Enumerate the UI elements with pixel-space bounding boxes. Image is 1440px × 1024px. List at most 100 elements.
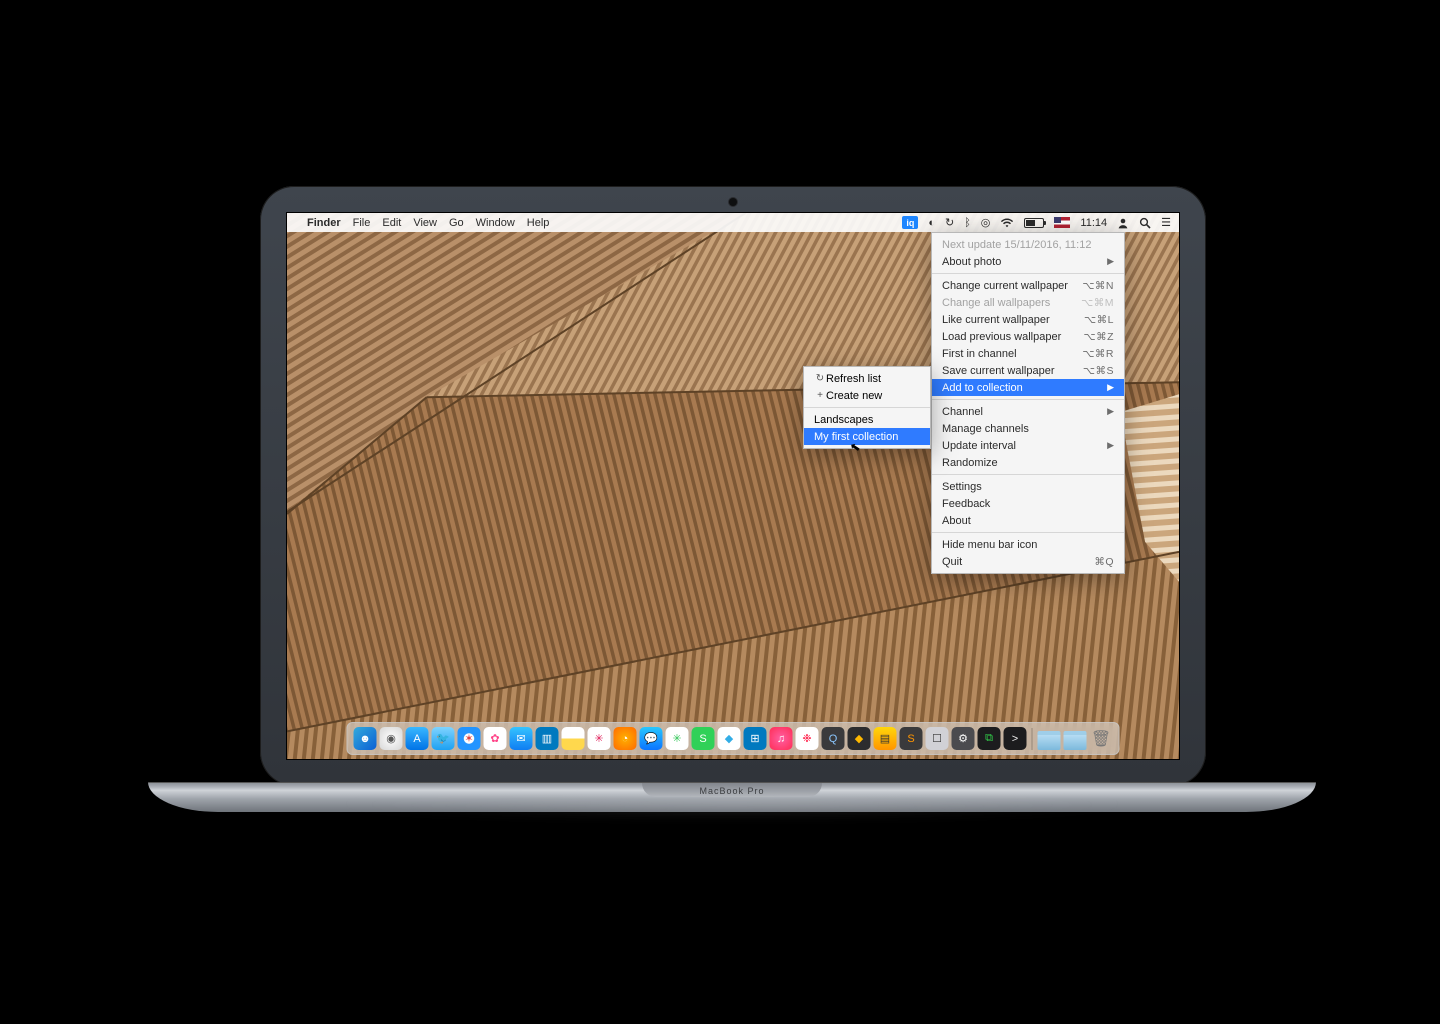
dock-app-quicktime[interactable]: Q (822, 727, 845, 750)
menu-item[interactable]: Manage channels (932, 420, 1124, 437)
menu-item[interactable]: Update interval▶ (932, 437, 1124, 454)
menu-go[interactable]: Go (449, 217, 464, 229)
menu-file[interactable]: File (353, 217, 371, 229)
bluetooth-icon[interactable]: ᛒ (964, 217, 971, 229)
menu-view[interactable]: View (413, 217, 437, 229)
menu-item-label: About (942, 515, 1114, 527)
dock-separator (1032, 728, 1033, 750)
dock-app-app-store[interactable]: A (406, 727, 429, 750)
do-not-disturb-icon[interactable]: ◐ (928, 217, 935, 229)
menu-item-label: Save current wallpaper (942, 365, 1083, 377)
menu-item-label: Channel (942, 406, 1107, 418)
menu-item[interactable]: Quit⌘Q (932, 553, 1124, 570)
dock-app-sys-prefs[interactable]: ⚙ (952, 727, 975, 750)
dock-app-itunes[interactable]: ♫ (770, 727, 793, 750)
menu-item-label: First in channel (942, 348, 1082, 360)
menu-app-name[interactable]: Finder (307, 217, 341, 229)
dock-app-sketch-cloud[interactable]: S (692, 727, 715, 750)
dock-app-trello[interactable]: ▥ (536, 727, 559, 750)
user-icon[interactable] (1117, 217, 1129, 229)
submenu-item[interactable]: My first collection⬉ (804, 428, 930, 445)
menu-item-label: Settings (942, 481, 1114, 493)
dock-app-notes[interactable] (562, 727, 585, 750)
menu-item[interactable]: First in channel⌥⌘R (932, 345, 1124, 362)
add-to-collection-submenu: ↻Refresh list+Create new LandscapesMy fir… (803, 366, 931, 449)
clock[interactable]: 11:14 (1080, 217, 1107, 229)
menu-item: Next update 15/11/2016, 11:12 (932, 236, 1124, 253)
menu-item-label: Manage channels (942, 423, 1114, 435)
menu-separator (932, 399, 1124, 400)
dock-app-sublime[interactable]: S (900, 727, 923, 750)
dock-app-finder[interactable]: ☻ (354, 727, 377, 750)
dock-app-terminal[interactable]: > (1004, 727, 1027, 750)
dock-app-app1[interactable]: ✳ (666, 727, 689, 750)
menu-item-label: Change all wallpapers (942, 297, 1081, 309)
menu-bar-right: iq ◐ ↻ ᛒ ◎ 11:14 ☰ (902, 216, 1171, 229)
dock-app-photos[interactable]: ✿ (484, 727, 507, 750)
menu-item-shortcut: ⌥⌘L (1084, 314, 1114, 326)
submenu-item[interactable]: ↻Refresh list (804, 370, 930, 387)
menu-window[interactable]: Window (476, 217, 515, 229)
input-source-icon[interactable] (1054, 217, 1070, 228)
dock-trash[interactable]: 🗑 (1090, 727, 1113, 750)
dock-app-mail[interactable]: ✉ (510, 727, 533, 750)
menu-item-label: Quit (942, 556, 1094, 568)
submenu-item[interactable]: +Create new (804, 387, 930, 404)
dock-app-app3[interactable]: ❉ (796, 727, 819, 750)
spotlight-icon[interactable] (1139, 217, 1151, 229)
menu-bar-left: Finder File Edit View Go Window Help (295, 217, 549, 229)
menu-item[interactable]: Load previous wallpaper⌥⌘Z (932, 328, 1124, 345)
dock-documents[interactable] (1064, 731, 1087, 750)
dock-app-app4[interactable]: ▤ (874, 727, 897, 750)
menu-item-label: Like current wallpaper (942, 314, 1084, 326)
battery-icon[interactable] (1024, 218, 1044, 228)
dock-app-launchpad[interactable]: ◉ (380, 727, 403, 750)
dock-app-firefox[interactable]: ◔ (614, 727, 637, 750)
refresh-icon: ↻ (814, 373, 826, 384)
submenu-item[interactable]: Landscapes (804, 411, 930, 428)
menu-item[interactable]: Save current wallpaper⌥⌘S (932, 362, 1124, 379)
menu-item-label: Feedback (942, 498, 1114, 510)
menu-item[interactable]: About (932, 512, 1124, 529)
dock-app-app5[interactable]: ☐ (926, 727, 949, 750)
menu-item[interactable]: About photo▶ (932, 253, 1124, 270)
menu-separator (932, 273, 1124, 274)
desktop-screen: Finder File Edit View Go Window Help iq … (286, 212, 1180, 760)
menu-item-label: Next update 15/11/2016, 11:12 (942, 239, 1114, 251)
dock-app-sketch[interactable]: ◆ (848, 727, 871, 750)
menu-item[interactable]: Channel▶ (932, 403, 1124, 420)
menu-separator (932, 474, 1124, 475)
menu-item-label: Hide menu bar icon (942, 539, 1114, 551)
display-icon[interactable]: ◎ (981, 216, 991, 229)
menu-item[interactable]: Randomize (932, 454, 1124, 471)
wifi-icon[interactable] (1000, 218, 1014, 228)
submenu-chevron-icon: ▶ (1107, 256, 1114, 267)
menu-item-shortcut: ⌥⌘R (1082, 348, 1114, 360)
menubar-app-icon[interactable]: iq (902, 216, 918, 229)
dock-downloads[interactable] (1038, 731, 1061, 750)
dock-app-trello2[interactable]: ⊞ (744, 727, 767, 750)
menu-item-shortcut: ⌥⌘M (1081, 297, 1114, 309)
menu-help[interactable]: Help (527, 217, 550, 229)
menu-item[interactable]: Add to collection▶ (932, 379, 1124, 396)
dock-app-messages[interactable]: 💬 (640, 727, 663, 750)
dock-app-twitter[interactable]: 🐦 (432, 727, 455, 750)
dock-app-slack[interactable]: ✳ (588, 727, 611, 750)
sync-icon[interactable]: ↻ (945, 216, 954, 229)
menu-item-shortcut: ⌥⌘S (1083, 365, 1114, 377)
menu-item[interactable]: Like current wallpaper⌥⌘L (932, 311, 1124, 328)
submenu-chevron-icon: ▶ (1107, 382, 1114, 393)
menu-item[interactable]: Feedback (932, 495, 1124, 512)
menu-edit[interactable]: Edit (382, 217, 401, 229)
menu-bar: Finder File Edit View Go Window Help iq … (287, 213, 1179, 232)
menu-item[interactable]: Change current wallpaper⌥⌘N (932, 277, 1124, 294)
menu-item[interactable]: Settings (932, 478, 1124, 495)
notification-center-icon[interactable]: ☰ (1161, 216, 1171, 229)
menu-item[interactable]: Hide menu bar icon (932, 536, 1124, 553)
dock-app-safari[interactable]: ✶ (458, 727, 481, 750)
submenu-chevron-icon: ▶ (1107, 440, 1114, 451)
dock-container: ☻◉A🐦✶✿✉▥✳◔💬✳S◆⊞♫❉Q◆▤S☐⚙⧉>🗑 (347, 722, 1120, 755)
menu-item-label: Add to collection (942, 382, 1107, 394)
dock-app-app2[interactable]: ◆ (718, 727, 741, 750)
dock-app-activity[interactable]: ⧉ (978, 727, 1001, 750)
